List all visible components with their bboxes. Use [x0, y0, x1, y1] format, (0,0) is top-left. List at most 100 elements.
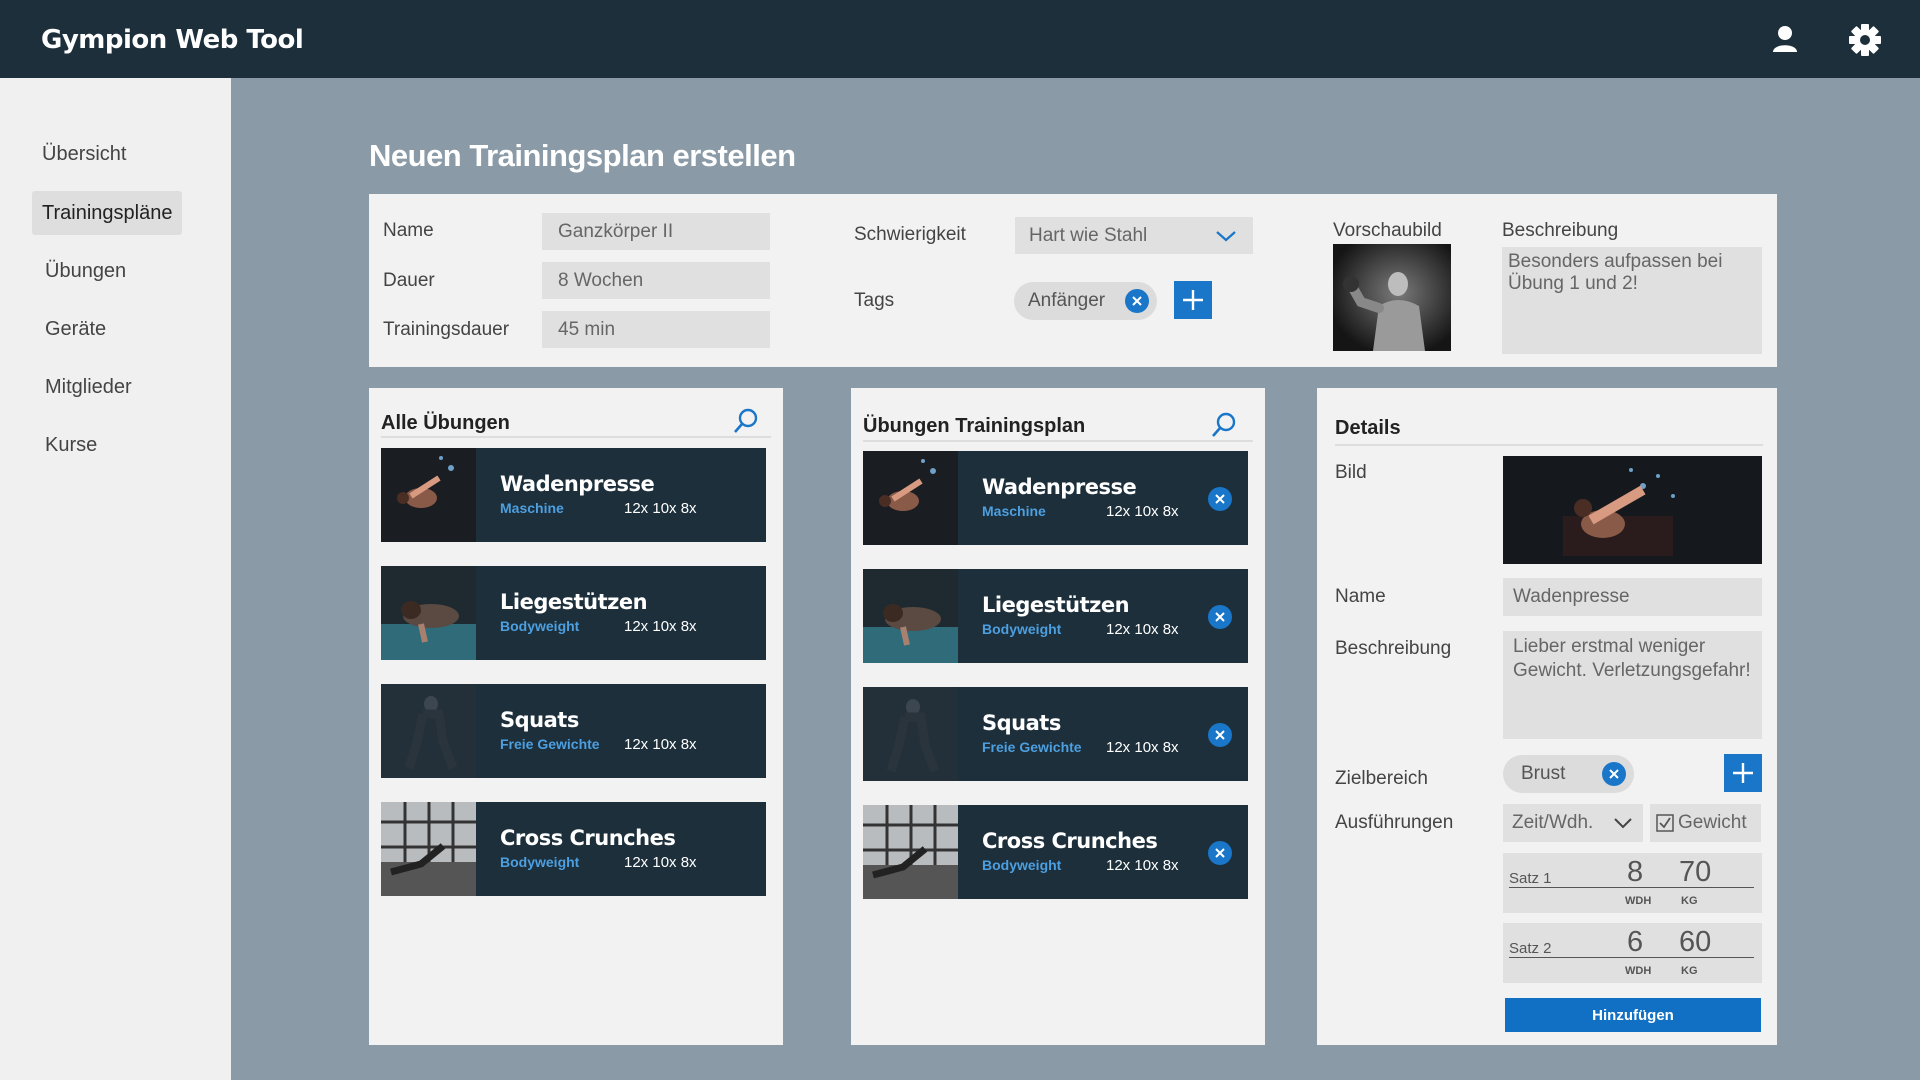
sidebar-item-geraete[interactable]: Geräte	[35, 307, 116, 351]
preview-image[interactable]	[1333, 244, 1451, 351]
executions-mode-select[interactable]: Zeit/Wdh.	[1503, 804, 1643, 842]
set-reps-value[interactable]: 6	[1627, 926, 1643, 959]
sidebar-item-kurse[interactable]: Kurse	[35, 423, 107, 467]
exercise-reps: 12x 10x 8x	[624, 618, 697, 635]
duration-input[interactable]: 8 Wochen	[542, 262, 770, 299]
set-label: Satz 2	[1509, 940, 1552, 957]
exercise-reps: 12x 10x 8x	[1106, 503, 1179, 520]
sidebar-item-mitglieder[interactable]: Mitglieder	[35, 365, 142, 409]
target-chip: Brust	[1503, 755, 1634, 793]
search-icon[interactable]	[731, 406, 761, 436]
exercise-card[interactable]: Cross Crunches Bodyweight 12x 10x 8x	[381, 802, 766, 896]
exercise-thumbnail	[863, 569, 958, 663]
plan-meta-panel: Name Ganzkörper II Dauer 8 Wochen Traini…	[369, 194, 1777, 367]
remove-exercise-icon[interactable]	[1208, 841, 1232, 865]
add-tag-button[interactable]	[1174, 281, 1212, 319]
description-textarea[interactable]: Besonders aufpassen bei Übung 1 und 2!	[1502, 247, 1762, 354]
sidebar: Übersicht Trainingspläne Übungen Geräte …	[0, 78, 231, 1080]
set-row[interactable]: Satz 1 8 70 WDH KG	[1503, 853, 1762, 913]
top-bar: Gympion Web Tool	[0, 0, 1920, 78]
executions-mode-value: Zeit/Wdh.	[1512, 812, 1594, 833]
set-weight-value[interactable]: 60	[1679, 926, 1711, 959]
set-reps-unit: WDH	[1625, 965, 1652, 977]
plan-exercise-card[interactable]: Squats Freie Gewichte 12x 10x 8x	[863, 687, 1248, 781]
remove-tag-icon[interactable]	[1125, 289, 1149, 313]
exercise-thumbnail	[863, 805, 958, 899]
difficulty-label: Schwierigkeit	[854, 224, 966, 245]
preview-image-label: Vorschaubild	[1333, 220, 1442, 241]
tag-chip: Anfänger	[1014, 282, 1157, 320]
add-button[interactable]: Hinzufügen	[1505, 998, 1761, 1032]
description-label: Beschreibung	[1502, 220, 1619, 241]
training-duration-input[interactable]: 45 min	[542, 311, 770, 348]
exercise-name: Squats	[982, 711, 1061, 735]
exercise-reps: 12x 10x 8x	[1106, 857, 1179, 874]
all-exercises-panel: Alle Übungen Wadenpresse Maschine 12x 10…	[369, 388, 783, 1045]
exercise-reps: 12x 10x 8x	[624, 854, 697, 871]
exercise-thumbnail	[863, 687, 958, 781]
exercise-category: Bodyweight	[500, 854, 580, 870]
user-icon[interactable]	[1765, 20, 1805, 60]
exercise-name: Cross Crunches	[500, 826, 676, 850]
plus-icon	[1733, 763, 1753, 783]
app-title: Gympion Web Tool	[41, 25, 304, 55]
executions-label: Ausführungen	[1335, 812, 1454, 833]
add-target-button[interactable]	[1724, 754, 1762, 792]
exercise-category: Maschine	[500, 500, 564, 516]
gear-icon[interactable]	[1845, 20, 1885, 60]
details-panel: Details Bild Name Wadenpresse Beschreibu…	[1317, 388, 1777, 1045]
set-row[interactable]: Satz 2 6 60 WDH KG	[1503, 923, 1762, 983]
sidebar-item-uebersicht[interactable]: Übersicht	[32, 132, 136, 176]
set-weight-value[interactable]: 70	[1679, 856, 1711, 889]
sidebar-item-uebungen[interactable]: Übungen	[35, 249, 136, 293]
plan-name-input[interactable]: Ganzkörper II	[542, 213, 770, 250]
details-header: Details	[1335, 400, 1763, 446]
plus-icon	[1183, 290, 1203, 310]
exercise-name: Squats	[500, 708, 579, 732]
plan-exercise-card[interactable]: Cross Crunches Bodyweight 12x 10x 8x	[863, 805, 1248, 899]
search-icon[interactable]	[1209, 410, 1239, 440]
plan-exercises-header: Übungen Trainingsplan	[863, 400, 1253, 442]
detail-description-label: Beschreibung	[1335, 638, 1452, 659]
remove-target-icon[interactable]	[1602, 762, 1626, 786]
exercise-name: Liegestützen	[982, 593, 1130, 617]
image-label: Bild	[1335, 462, 1367, 483]
exercise-category: Bodyweight	[982, 621, 1062, 637]
set-reps-value[interactable]: 8	[1627, 856, 1643, 889]
plan-exercise-card[interactable]: Liegestützen Bodyweight 12x 10x 8x	[863, 569, 1248, 663]
exercise-card[interactable]: Liegestützen Bodyweight 12x 10x 8x	[381, 566, 766, 660]
set-reps-unit: WDH	[1625, 895, 1652, 907]
difficulty-select[interactable]: Hart wie Stahl	[1015, 217, 1253, 254]
weight-checkbox[interactable]: Gewicht	[1650, 804, 1761, 842]
remove-exercise-icon[interactable]	[1208, 487, 1232, 511]
detail-description-textarea[interactable]: Lieber erstmal weniger Gewicht. Verletzu…	[1503, 631, 1762, 739]
detail-name-input[interactable]: Wadenpresse	[1503, 578, 1762, 616]
duration-label: Dauer	[383, 270, 435, 291]
exercise-thumbnail	[381, 802, 476, 896]
plan-exercise-card[interactable]: Wadenpresse Maschine 12x 10x 8x	[863, 451, 1248, 545]
tags-label: Tags	[854, 290, 895, 311]
sidebar-item-trainingsplaene[interactable]: Trainingspläne	[32, 191, 183, 235]
target-chip-label: Brust	[1521, 763, 1566, 784]
details-title: Details	[1335, 417, 1401, 439]
all-exercises-title: Alle Übungen	[381, 412, 510, 434]
tag-chip-label: Anfänger	[1028, 290, 1106, 311]
detail-name-label: Name	[1335, 586, 1386, 607]
exercise-reps: 12x 10x 8x	[624, 500, 697, 517]
exercise-name: Liegestützen	[500, 590, 648, 614]
exercise-card[interactable]: Squats Freie Gewichte 12x 10x 8x	[381, 684, 766, 778]
remove-exercise-icon[interactable]	[1208, 723, 1232, 747]
exercise-card[interactable]: Wadenpresse Maschine 12x 10x 8x	[381, 448, 766, 542]
exercise-thumbnail	[381, 684, 476, 778]
exercise-thumbnail	[863, 451, 958, 545]
set-weight-unit: KG	[1681, 965, 1698, 977]
exercise-name: Wadenpresse	[982, 475, 1137, 499]
name-label: Name	[383, 220, 434, 241]
plan-exercises-title: Übungen Trainingsplan	[863, 415, 1086, 437]
target-area-label: Zielbereich	[1335, 768, 1428, 789]
plan-exercises-panel: Übungen Trainingsplan Wadenpresse Maschi…	[851, 388, 1265, 1045]
exercise-category: Freie Gewichte	[500, 736, 600, 752]
remove-exercise-icon[interactable]	[1208, 605, 1232, 629]
exercise-category: Freie Gewichte	[982, 739, 1082, 755]
exercise-detail-image[interactable]	[1503, 456, 1762, 564]
